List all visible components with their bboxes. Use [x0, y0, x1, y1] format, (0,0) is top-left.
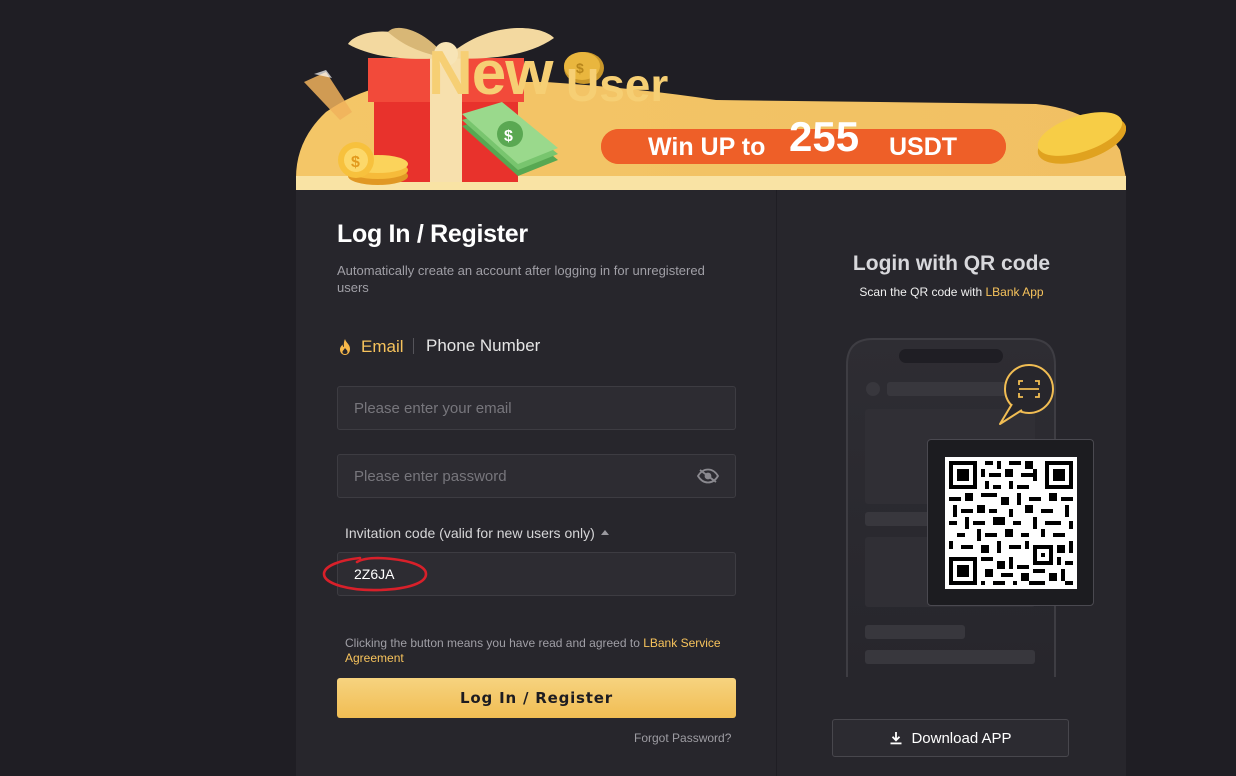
invite-code-field[interactable]	[338, 553, 735, 595]
qr-code	[945, 457, 1077, 589]
qr-subtitle-prefix: Scan the QR code with	[859, 285, 986, 299]
caret-up-icon	[600, 529, 609, 535]
tab-email-label: Email	[361, 337, 404, 356]
promo-amount: 255	[789, 113, 860, 160]
password-field-wrapper	[337, 454, 736, 498]
qr-subtitle: Scan the QR code with LBank App	[777, 285, 1126, 299]
invite-code-field-wrapper	[337, 552, 736, 596]
lbank-app-link[interactable]: LBank App	[986, 285, 1044, 299]
login-register-button[interactable]: Log In / Register	[337, 678, 736, 718]
invite-code-label[interactable]: Invitation code (valid for new users onl…	[345, 525, 609, 541]
fire-icon	[340, 339, 350, 355]
tab-divider	[413, 338, 414, 354]
page-title: Log In / Register	[337, 220, 528, 248]
promo-unit: USDT	[889, 133, 958, 161]
agreement-prefix: Clicking the button means you have read …	[345, 636, 644, 650]
svg-text:$: $	[351, 154, 360, 171]
download-app-label: Download APP	[911, 729, 1012, 747]
qr-title: Login with QR code	[852, 252, 1051, 275]
email-field-wrapper	[337, 386, 736, 430]
tab-phone-number[interactable]: Phone Number	[426, 336, 540, 356]
svg-text:$: $	[504, 128, 513, 145]
banner-title-new: New	[428, 39, 553, 108]
qr-code-card	[927, 439, 1094, 606]
login-subtitle: Automatically create an account after lo…	[337, 263, 705, 295]
email-field[interactable]	[338, 387, 735, 429]
download-icon	[890, 732, 902, 745]
agreement-text: Clicking the button means you have read …	[345, 636, 735, 666]
tab-email[interactable]: Email	[337, 336, 404, 358]
invite-code-label-text: Invitation code (valid for new users onl…	[345, 525, 595, 541]
promo-prefix: Win UP to	[648, 133, 766, 161]
forgot-password-link[interactable]: Forgot Password?	[634, 731, 731, 745]
download-app-button[interactable]: Download APP	[832, 719, 1069, 757]
eye-off-icon[interactable]	[697, 468, 719, 484]
banner-title-user: User	[566, 59, 669, 111]
scan-icon	[999, 364, 1054, 425]
password-field[interactable]	[338, 455, 735, 497]
